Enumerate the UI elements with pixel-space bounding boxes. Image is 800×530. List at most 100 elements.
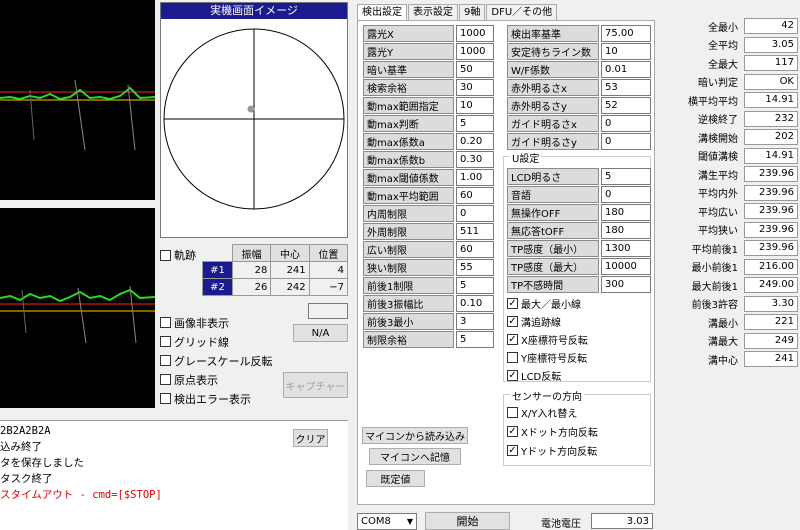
battery-label: 電池電圧 xyxy=(541,519,581,530)
param-left-input[interactable]: 10 xyxy=(456,97,494,114)
u-setting-label: 無応答tOFF xyxy=(507,222,599,239)
param-left-label: 検索余裕 xyxy=(363,79,454,96)
u-setting-input[interactable]: 1300 xyxy=(601,240,651,257)
checkmark-icon[interactable]: ✓ xyxy=(507,426,518,437)
param-left-input[interactable]: 60 xyxy=(456,187,494,204)
option-grid-lines[interactable]: グリッド線 xyxy=(160,332,272,351)
tab-bar: 検出設定 表示設定 9軸 DFU／その他 xyxy=(357,4,558,20)
realtime-panel-title: 実機画面イメージ xyxy=(161,3,347,19)
trace-checkbox[interactable]: 軌跡 xyxy=(160,247,196,263)
param-left-input[interactable]: 0.20 xyxy=(456,133,494,150)
stat-label: 全最大 xyxy=(708,59,738,71)
param-right-input[interactable]: 0.01 xyxy=(601,61,651,78)
sensor-dir-checkbox[interactable]: ✓ Xドット方向反転 xyxy=(507,422,598,441)
option-show-origin[interactable]: 原点表示 xyxy=(160,370,272,389)
u-setting-input[interactable]: 5 xyxy=(601,168,651,185)
capture-button[interactable]: キャプチャー xyxy=(283,372,348,398)
checkbox-empty-icon[interactable] xyxy=(507,407,518,418)
trace-header-pos: 位置 xyxy=(308,244,349,262)
param-left-input[interactable]: 1000 xyxy=(456,43,494,60)
param-left-label: 狭い制限 xyxy=(363,259,454,276)
u-setting-label: TP感度（最小） xyxy=(507,240,599,257)
checkmark-icon[interactable]: ✓ xyxy=(507,315,518,327)
param-left-input[interactable]: 511 xyxy=(456,223,494,240)
checkbox-empty-icon[interactable] xyxy=(507,351,518,363)
param-left-input[interactable]: 1.00 xyxy=(456,169,494,186)
tab-display-settings[interactable]: 表示設定 xyxy=(408,4,458,20)
stat-row: 平均前後1 239.96 xyxy=(660,239,798,258)
u-settings-list: LCD明るさ 5 音語 0 無操作OFF 180 無応答tOFF 180 TP感度（最小） 130… xyxy=(507,168,651,294)
tab-detection-settings[interactable]: 検出設定 xyxy=(357,4,407,20)
tab-dfu-other[interactable]: DFU／その他 xyxy=(486,4,558,20)
stat-row: 溝最大 249 xyxy=(660,332,798,351)
tab-9axis[interactable]: 9軸 xyxy=(459,4,486,20)
param-left-input[interactable]: 3 xyxy=(456,313,494,330)
checkmark-icon[interactable]: ✓ xyxy=(507,297,518,309)
param-left-input[interactable]: 60 xyxy=(456,241,494,258)
u-setting-input[interactable]: 180 xyxy=(601,204,651,221)
param-left-input[interactable]: 55 xyxy=(456,259,494,276)
param-left-input[interactable]: 0.30 xyxy=(456,151,494,168)
u-setting-input[interactable]: 300 xyxy=(601,276,651,293)
param-left-input[interactable]: 30 xyxy=(456,79,494,96)
u-setting-input[interactable]: 0 xyxy=(601,186,651,203)
u-check-checkbox[interactable]: ✓ X座標符号反転 xyxy=(507,330,588,348)
start-button[interactable]: 開始 xyxy=(425,512,510,530)
u-check-label: 最大／最小線 xyxy=(521,299,581,311)
u-setting-input[interactable]: 10000 xyxy=(601,258,651,275)
param-left-label: 前後3振幅比 xyxy=(363,295,454,312)
u-check-label: 溝追跡線 xyxy=(521,317,561,329)
param-left-input[interactable]: 5 xyxy=(456,277,494,294)
stat-row: 溝最小 221 xyxy=(660,313,798,332)
param-right-row: ガイド明るさy 0 xyxy=(507,133,651,150)
param-left-input[interactable]: 50 xyxy=(456,61,494,78)
param-right-input[interactable]: 75.00 xyxy=(601,25,651,42)
stat-label: 逆検終了 xyxy=(698,115,738,127)
checkmark-icon[interactable]: ✓ xyxy=(507,369,518,381)
param-right-input[interactable]: 10 xyxy=(601,43,651,60)
default-values-button[interactable]: 既定値 xyxy=(366,470,425,487)
sensor-dir-checkbox[interactable]: X/Y入れ替え xyxy=(507,403,598,422)
u-setting-input[interactable]: 180 xyxy=(601,222,651,239)
u-check-checkbox[interactable]: ✓ 最大／最小線 xyxy=(507,294,588,312)
port-select[interactable]: COM8 ▼ xyxy=(357,513,417,530)
u-check-checkbox[interactable]: ✓ 溝追跡線 xyxy=(507,312,588,330)
checkmark-icon[interactable]: ✓ xyxy=(507,333,518,345)
param-right-input[interactable]: 52 xyxy=(601,97,651,114)
param-right-input[interactable]: 0 xyxy=(601,115,651,132)
u-check-label: Y座標符号反転 xyxy=(521,353,588,365)
param-left-input[interactable]: 5 xyxy=(456,331,494,348)
stat-value: 239.96 xyxy=(744,240,798,257)
stat-row: 最大前後1 249.00 xyxy=(660,276,798,295)
param-left-input[interactable]: 0.10 xyxy=(456,295,494,312)
option-detection-errors[interactable]: 検出エラー表示 xyxy=(160,389,272,408)
param-right-row: 安定待ちライン数 10 xyxy=(507,43,651,60)
na-button[interactable]: N/A xyxy=(293,324,348,342)
sensor-dir-checkbox[interactable]: ✓ Yドット方向反転 xyxy=(507,441,598,460)
scope-view-2 xyxy=(0,208,155,408)
sensor-direction-list: X/Y入れ替え ✓ Xドット方向反転 ✓ Yドット方向反転 xyxy=(507,403,598,460)
param-left-input[interactable]: 5 xyxy=(456,115,494,132)
u-check-checkbox[interactable]: ✓ LCD反転 xyxy=(507,366,588,384)
param-right-input[interactable]: 53 xyxy=(601,79,651,96)
param-left-row: 動max判断 5 xyxy=(363,115,494,132)
stat-row: 横平均平均 14.91 xyxy=(660,91,798,110)
checkmark-icon[interactable]: ✓ xyxy=(507,445,518,456)
stat-row: 溝生平均 239.96 xyxy=(660,165,798,184)
param-right-input[interactable]: 0 xyxy=(601,133,651,150)
param-left-label: 動max範囲指定 xyxy=(363,97,454,114)
param-left-label: 露光X xyxy=(363,25,454,42)
param-left-input[interactable]: 1000 xyxy=(456,25,494,42)
param-left-label: 内周制限 xyxy=(363,205,454,222)
trace-checkbox-box[interactable] xyxy=(160,249,171,261)
stat-label: 平均前後1 xyxy=(691,244,738,256)
param-left-row: 前後3振幅比 0.10 xyxy=(363,295,494,312)
stat-label: 平均内外 xyxy=(698,189,738,201)
write-to-mcu-button[interactable]: マイコンへ記憶 xyxy=(369,448,461,465)
option-hide-image[interactable]: 画像非表示 xyxy=(160,313,272,332)
option-grayscale-invert[interactable]: グレースケール反転 xyxy=(160,351,272,370)
param-left-input[interactable]: 0 xyxy=(456,205,494,222)
u-check-checkbox[interactable]: Y座標符号反転 xyxy=(507,348,588,366)
clear-button[interactable]: クリア xyxy=(293,429,328,447)
read-from-mcu-button[interactable]: マイコンから読み込み xyxy=(362,427,468,444)
